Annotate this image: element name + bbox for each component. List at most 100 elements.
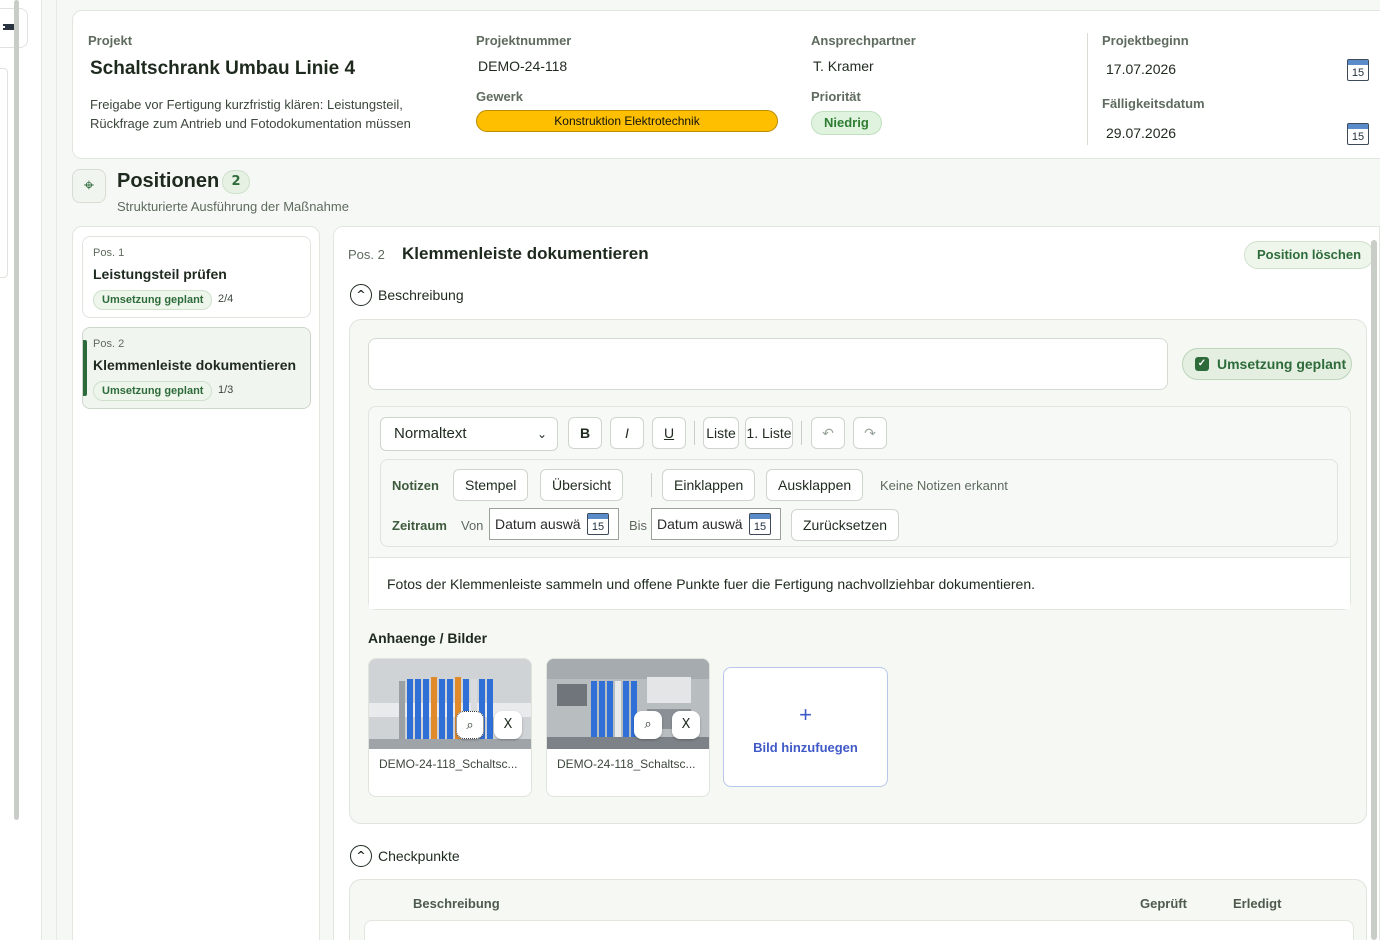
position-card-1[interactable]: Pos. 1 Leistungsteil prüfen Umsetzung ge…: [82, 236, 311, 318]
positions-title: Positionen: [117, 170, 220, 192]
close-icon[interactable]: X: [494, 711, 522, 739]
ansprechpartner-label: Ansprechpartner: [811, 33, 916, 48]
attachments-label: Anhaenge / Bilder: [368, 630, 488, 646]
editor-content[interactable]: Fotos der Klemmenleiste sammeln und offe…: [369, 557, 1350, 609]
projekt-label: Projekt: [88, 33, 133, 48]
zeitraum-label: Zeitraum: [392, 518, 447, 533]
beschreibung-section-label[interactable]: Beschreibung: [378, 287, 464, 303]
position-detail: Pos. 2 Klemmenleiste dokumentieren Posit…: [333, 226, 1380, 940]
delete-position-button[interactable]: Position löschen: [1244, 241, 1375, 269]
attachment-card[interactable]: ⌕ X DEMO-24-118_Schaltsc...: [546, 658, 710, 797]
chevron-up-icon[interactable]: ^: [350, 284, 372, 306]
einklappen-button[interactable]: Einklappen: [662, 469, 756, 501]
project-title: Schaltschrank Umbau Linie 4: [90, 58, 356, 79]
col-erledigt: Erledigt: [1233, 896, 1282, 911]
table-row[interactable]: [364, 920, 1354, 940]
numbered-list-button[interactable]: 1. Liste: [745, 417, 793, 449]
status-badge: Umsetzung geplant: [93, 381, 213, 401]
calendar-icon[interactable]: 15: [1347, 123, 1369, 145]
position-title-input[interactable]: [368, 338, 1168, 390]
status-badge: Umsetzung geplant: [93, 290, 213, 310]
project-header-card: Projekt Schaltschrank Umbau Linie 4 Frei…: [72, 10, 1380, 159]
priority-badge: Niedrig: [811, 111, 882, 135]
underline-button[interactable]: U: [652, 417, 686, 449]
attachment-name: DEMO-24-118_Schaltsc...: [379, 757, 518, 771]
plus-icon: +: [799, 702, 812, 727]
projektnummer-label: Projektnummer: [476, 33, 572, 48]
attachment-name: DEMO-24-118_Schaltsc...: [557, 757, 696, 771]
positions-list: Pos. 1 Leistungsteil prüfen Umsetzung ge…: [72, 226, 320, 940]
toolbar-separator: [651, 473, 652, 497]
divider: [56, 0, 57, 940]
col-geprueft: Geprüft: [1140, 896, 1187, 911]
position-number: Pos. 1: [93, 247, 125, 259]
chevron-up-icon[interactable]: ^: [350, 845, 372, 867]
checkpunkte-section-label[interactable]: Checkpunkte: [378, 848, 460, 864]
description-section: ✓ Umsetzung geplant Normaltext ⌄ B I U L…: [349, 319, 1367, 824]
redo-icon[interactable]: ↷: [853, 417, 887, 449]
projektnummer-value: DEMO-24-118: [478, 58, 568, 74]
von-label: Von: [461, 518, 484, 533]
text-format-select[interactable]: Normaltext ⌄: [380, 417, 558, 451]
italic-button[interactable]: I: [610, 417, 644, 449]
calendar-icon[interactable]: 15: [587, 513, 609, 535]
checkbox-checked-icon: ✓: [1195, 357, 1209, 371]
ausklappen-button[interactable]: Ausklappen: [766, 469, 864, 501]
positions-count-badge: 2: [222, 170, 250, 194]
attachment-thumbnail[interactable]: ⌕ X: [547, 659, 709, 749]
attachment-card[interactable]: ⌕ X DEMO-24-118_Schaltsc...: [368, 658, 532, 797]
bold-button[interactable]: B: [568, 417, 602, 449]
crosshair-icon: ⌖: [72, 169, 106, 203]
notes-empty-text: Keine Notizen erkannt: [880, 478, 1008, 493]
notes-toolbar: Notizen Stempel Übersicht Einklappen Aus…: [380, 459, 1338, 547]
notizen-label: Notizen: [392, 478, 439, 493]
bis-label: Bis: [629, 518, 648, 533]
calendar-icon[interactable]: 15: [749, 513, 771, 535]
position-card-2[interactable]: Pos. 2 Klemmenleiste dokumentieren Umset…: [82, 327, 311, 409]
zoom-icon[interactable]: ⌕: [456, 711, 484, 739]
position-number: Pos. 2: [93, 338, 125, 350]
calendar-icon[interactable]: 15: [1347, 59, 1369, 81]
attachment-thumbnail[interactable]: ⌕ X: [369, 659, 531, 749]
projektbeginn-label: Projektbeginn: [1102, 33, 1189, 48]
toolbar-separator: [694, 421, 695, 445]
header-divider: [1087, 33, 1088, 145]
position-title: Klemmenleiste dokumentieren: [93, 357, 297, 373]
bis-date-placeholder: Datum auswä: [657, 516, 743, 532]
checkpoints-table: Beschreibung Geprüft Erledigt: [349, 879, 1367, 940]
stempel-button[interactable]: Stempel: [453, 469, 529, 501]
detail-title: Klemmenleiste dokumentieren: [402, 244, 649, 263]
main-scrollbar[interactable]: [1371, 240, 1377, 940]
sidebar-panel: [0, 68, 8, 278]
col-beschreibung: Beschreibung: [413, 896, 500, 911]
von-date-placeholder: Datum auswä: [495, 516, 581, 532]
detail-position-number: Pos. 2: [348, 247, 385, 262]
ansprechpartner-value: T. Kramer: [813, 58, 874, 74]
uebersicht-button[interactable]: Übersicht: [540, 469, 624, 501]
add-image-button[interactable]: + Bild hinzufuegen: [723, 667, 888, 787]
status-label: Umsetzung geplant: [1217, 356, 1347, 372]
faelligkeit-label: Fälligkeitsdatum: [1102, 96, 1205, 111]
position-progress: 2/4: [218, 293, 234, 305]
project-description: Freigabe vor Fertigung kurzfristig kläre…: [90, 97, 411, 131]
bullet-list-button[interactable]: Liste: [703, 417, 739, 449]
positions-subtitle: Strukturierte Ausführung der Maßnahme: [117, 199, 349, 214]
status-toggle-button[interactable]: ✓ Umsetzung geplant: [1182, 348, 1352, 380]
chevron-down-icon: ⌄: [536, 427, 547, 441]
faelligkeit-value[interactable]: 29.07.2026: [1106, 125, 1176, 141]
gewerk-label: Gewerk: [476, 89, 523, 104]
sidebar-scrollbar[interactable]: [14, 0, 19, 820]
prioritaet-label: Priorität: [811, 89, 861, 104]
projektbeginn-value[interactable]: 17.07.2026: [1106, 61, 1176, 77]
gewerk-badge: Konstruktion Elektrotechnik: [476, 110, 778, 132]
add-image-label: Bild hinzufuegen: [753, 740, 858, 755]
zoom-icon[interactable]: ⌕: [634, 711, 662, 739]
position-title: Leistungsteil prüfen: [93, 266, 227, 282]
undo-icon[interactable]: ↶: [811, 417, 845, 449]
text-format-value: Normaltext: [394, 425, 467, 442]
side-strip: [0, 0, 42, 940]
position-progress: 1/3: [218, 384, 234, 396]
reset-button[interactable]: Zurücksetzen: [791, 509, 900, 541]
close-icon[interactable]: X: [672, 711, 700, 739]
rich-text-editor: Normaltext ⌄ B I U Liste 1. Liste ↶ ↷ No…: [368, 406, 1351, 610]
